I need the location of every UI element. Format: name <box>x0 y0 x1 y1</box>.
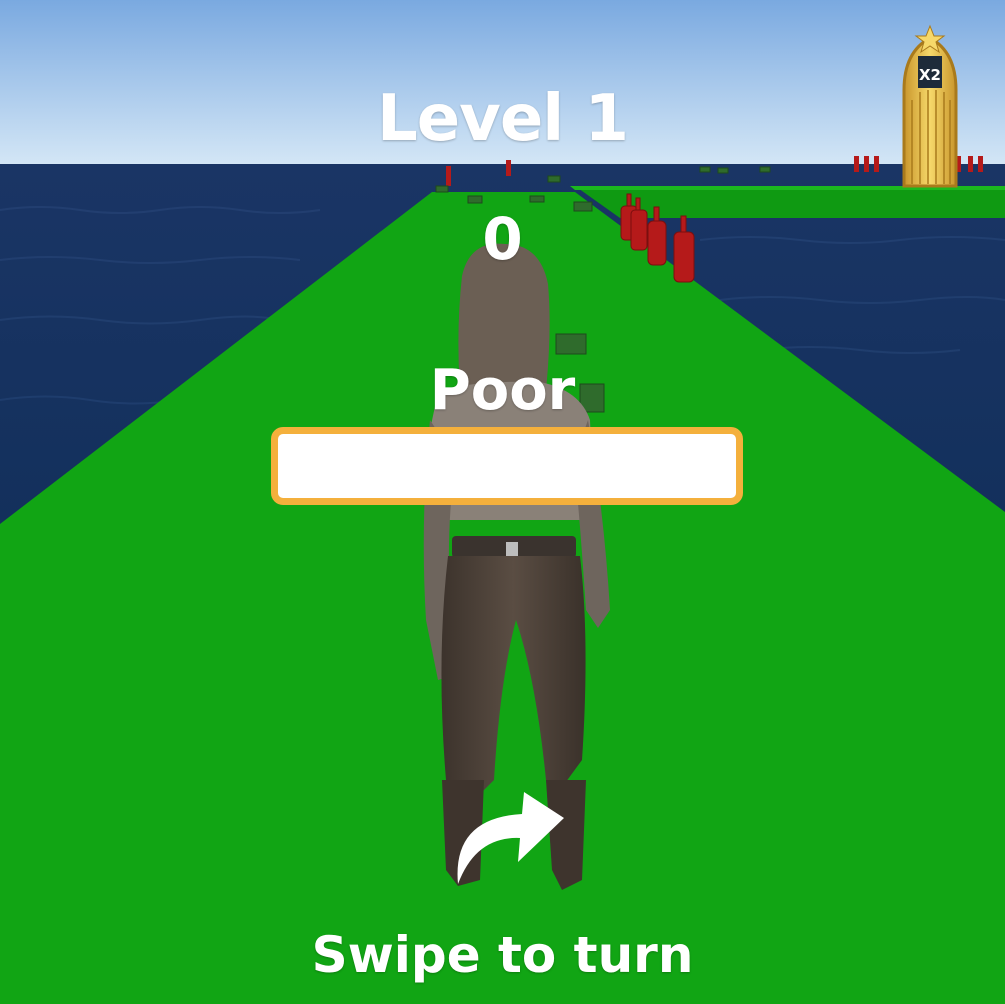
wealth-status-label: Poor <box>429 358 576 423</box>
swipe-hint: Swipe to turn <box>311 926 694 984</box>
wealth-progress-bar <box>271 427 743 505</box>
score-counter: 0 <box>482 205 523 273</box>
level-label: Level 1 <box>376 82 629 156</box>
